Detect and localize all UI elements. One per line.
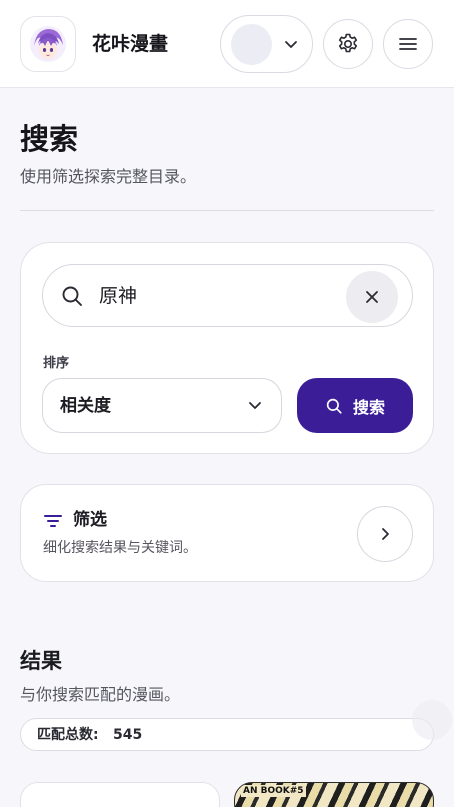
search-button[interactable]: 搜索 [297,378,413,433]
result-card[interactable]: AN BOOK#5 [234,782,434,807]
comic-cover-text: AN BOOK#5 [241,785,306,797]
filters-title: 筛选 [73,510,107,530]
results-subtitle: 与你搜索匹配的漫画。 [20,685,181,704]
settings-button[interactable] [323,19,373,69]
clear-search-button[interactable] [346,271,398,323]
scroll-to-top-button[interactable] [412,700,452,740]
user-avatar [231,24,272,65]
page-title: 搜索 [20,122,79,156]
menu-button[interactable] [383,19,433,69]
search-button-label: 搜索 [352,397,385,417]
filters-panel[interactable]: 筛选 细化搜索结果与关键词。 [20,484,434,582]
result-count-value: 545 [113,727,143,743]
result-count-label: 匹配总数: [37,727,99,743]
open-filters-button[interactable] [357,506,413,562]
anime-avatar-logo-icon [30,26,66,62]
logo-button[interactable] [20,16,76,72]
result-card[interactable] [20,782,220,807]
page-subtitle: 使用筛选探索完整目录。 [20,167,197,186]
filter-icon [44,515,62,527]
result-count-badge: 匹配总数: 545 [20,718,434,751]
section-divider [20,210,434,211]
app-header: 花咔漫畫 [0,0,454,88]
search-panel: 原神 排序 相关度 搜索 [20,242,434,454]
chevron-down-icon [249,402,261,409]
results-title: 结果 [20,649,62,673]
account-menu-button[interactable] [220,15,313,73]
search-icon [62,286,82,306]
sort-select[interactable]: 相关度 [42,378,282,433]
sort-selected-value: 相关度 [60,396,111,416]
search-query-text: 原神 [99,285,138,307]
sort-label: 排序 [43,356,70,371]
close-icon [366,291,378,303]
filters-subtitle: 细化搜索结果与关键词。 [43,540,197,556]
search-input[interactable]: 原神 [42,264,413,327]
chevron-right-icon [382,528,389,540]
chevron-down-icon [285,41,297,48]
brand-name: 花咔漫畫 [92,33,169,55]
hamburger-menu-icon [399,38,417,50]
search-icon [326,398,342,414]
gear-icon [338,33,358,53]
